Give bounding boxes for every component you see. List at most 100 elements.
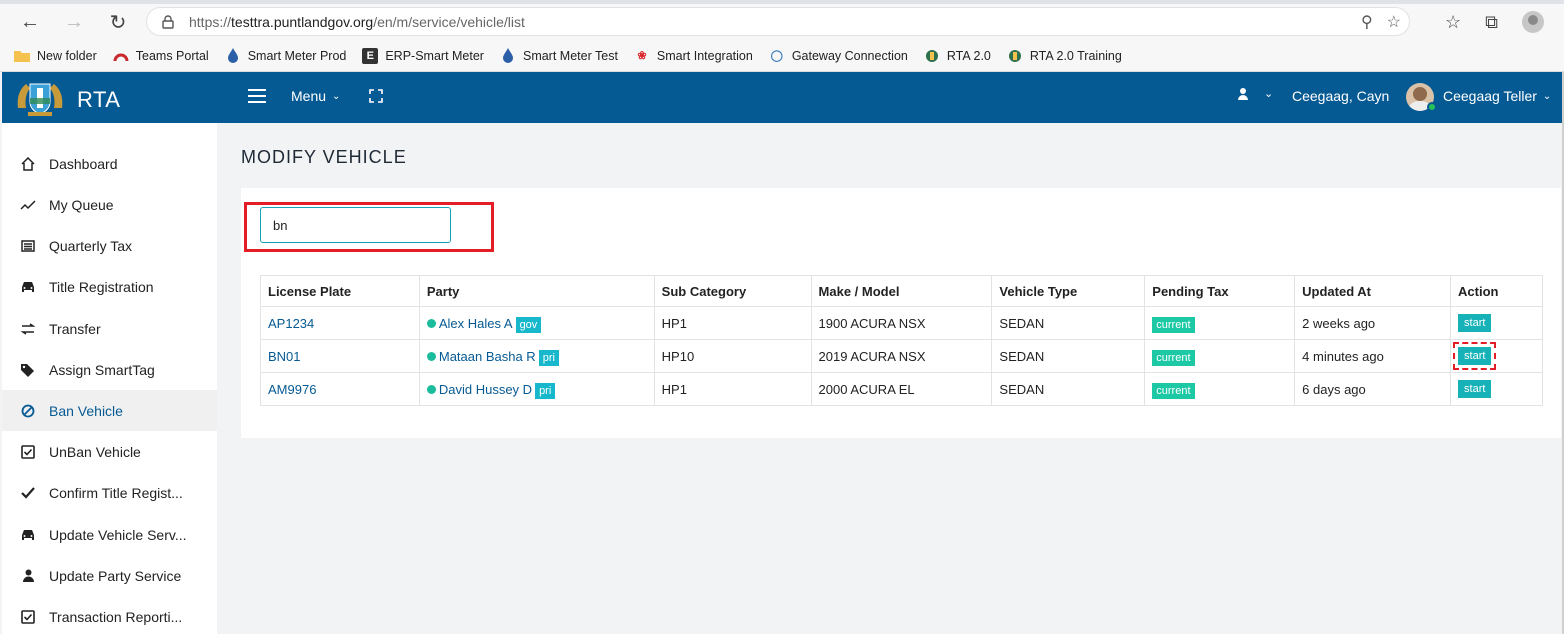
- hamburger-icon[interactable]: [248, 89, 266, 103]
- sidebar-item-transaction-reporting[interactable]: Transaction Reporti...: [2, 596, 217, 634]
- vehicle-list-card: License Plate Party Sub Category Make / …: [241, 188, 1561, 438]
- sidebar-item-my-queue[interactable]: My Queue: [2, 184, 217, 225]
- lock-icon[interactable]: [161, 14, 175, 30]
- bookmark-rta-2-0-training[interactable]: RTA 2.0 Training: [1007, 48, 1122, 64]
- drop-icon: [500, 48, 516, 64]
- column-header[interactable]: Pending Tax: [1144, 275, 1296, 307]
- make-model-cell: 2000 ACURA EL: [810, 372, 993, 406]
- checkbox-icon: [20, 444, 36, 460]
- favorites-icon[interactable]: ☆: [1445, 12, 1461, 33]
- start-button[interactable]: start: [1458, 380, 1492, 398]
- user-icon: [20, 568, 36, 584]
- chevron-down-icon: ⌄: [1542, 90, 1552, 102]
- sidebar-item-dashboard[interactable]: Dashboard: [2, 143, 217, 184]
- bookmark-smart-meter-test[interactable]: Smart Meter Test: [500, 48, 618, 64]
- trend-icon: [20, 197, 36, 213]
- forward-icon[interactable]: →: [58, 6, 90, 38]
- chevron-down-icon[interactable]: ⌄: [1264, 87, 1273, 100]
- start-button[interactable]: start: [1458, 314, 1492, 332]
- pending-tax-badge: current: [1152, 382, 1195, 399]
- bookmark-smart-integration[interactable]: ❀ Smart Integration: [634, 48, 753, 64]
- globe-icon: ◯: [770, 50, 783, 62]
- column-header[interactable]: Action: [1450, 275, 1543, 307]
- sidebar-item-update-party-service[interactable]: Update Party Service: [2, 555, 217, 596]
- teller-dropdown[interactable]: Ceegaag Teller ⌄: [1443, 88, 1551, 104]
- party-type-badge: pri: [538, 349, 559, 366]
- bookmark-new-folder[interactable]: New folder: [14, 48, 97, 64]
- start-button[interactable]: start: [1458, 347, 1492, 365]
- table-row: AP1234 Alex Hales Agov HP1 1900 ACURA NS…: [260, 306, 1543, 340]
- favorite-add-icon[interactable]: ☆: [1387, 12, 1401, 32]
- column-header[interactable]: Updated At: [1294, 275, 1452, 307]
- column-header[interactable]: Make / Model: [810, 275, 993, 307]
- e-icon: E: [362, 47, 379, 64]
- url-text: https://testtra.puntlandgov.org/en/m/ser…: [189, 13, 525, 30]
- license-plate-link[interactable]: BN01: [268, 349, 301, 364]
- status-dot: [426, 318, 436, 328]
- user-name[interactable]: Ceegaag, Cayn: [1292, 88, 1389, 104]
- column-header[interactable]: License Plate: [260, 275, 420, 307]
- huawei-icon: ❀: [637, 50, 647, 62]
- user-icon[interactable]: [1238, 88, 1248, 103]
- collections-icon[interactable]: ⧉: [1485, 12, 1498, 33]
- sidebar-item-ban-vehicle[interactable]: Ban Vehicle: [2, 390, 217, 431]
- sidebar-item-quarterly-tax[interactable]: Quarterly Tax: [2, 225, 217, 266]
- sidebar-item-confirm-title-registration[interactable]: Confirm Title Regist...: [2, 472, 217, 513]
- sidebar-item-assign-smarttag[interactable]: Assign SmartTag: [2, 349, 217, 390]
- status-dot: [426, 384, 436, 394]
- party-type-badge: pri: [535, 382, 556, 399]
- address-bar[interactable]: https://testtra.puntlandgov.org/en/m/ser…: [146, 7, 1410, 36]
- bookmark-rta-2-0[interactable]: RTA 2.0: [924, 48, 991, 64]
- vehicle-type-cell: SEDAN: [991, 372, 1146, 406]
- column-header[interactable]: Vehicle Type: [991, 275, 1146, 307]
- party-link[interactable]: Mataan Basha R: [426, 349, 536, 364]
- vehicle-table: License Plate Party Sub Category Make / …: [260, 275, 1543, 406]
- bookmark-gateway-connection[interactable]: ◯ Gateway Connection: [769, 48, 908, 64]
- emblem-icon: [924, 48, 940, 64]
- table-row: BN01 Mataan Basha Rpri HP10 2019 ACURA N…: [260, 339, 1543, 373]
- app-header: RTA Menu ⌄ ⌄ Ceegaag, Cayn Ceegaag Telle…: [2, 72, 1562, 123]
- search-input[interactable]: [260, 207, 451, 243]
- start-button-highlight: start: [1452, 342, 1497, 370]
- gauge-icon: [113, 48, 129, 64]
- sidebar-item-unban-vehicle[interactable]: UnBan Vehicle: [2, 431, 217, 472]
- back-icon[interactable]: ←: [14, 6, 46, 38]
- updated-at-cell: 4 minutes ago: [1294, 339, 1452, 373]
- chevron-down-icon: ⌄: [332, 90, 341, 102]
- browser-toolbar: ← → ↻ https://testtra.puntlandgov.org/en…: [0, 4, 1564, 40]
- drop-icon: [225, 48, 241, 64]
- sidebar-item-update-vehicle-service[interactable]: Update Vehicle Serv...: [2, 514, 217, 555]
- sidebar-item-transfer[interactable]: Transfer: [2, 308, 217, 349]
- bookmark-erp-smart-meter[interactable]: E ERP-Smart Meter: [362, 47, 484, 64]
- table-row: AM9976 David Hussey Dpri HP1 2000 ACURA …: [260, 372, 1543, 406]
- sidebar-item-title-registration[interactable]: Title Registration: [2, 266, 217, 307]
- list-icon: [20, 238, 36, 254]
- pending-tax-badge: current: [1152, 349, 1195, 366]
- rta-logo: [14, 78, 66, 118]
- make-model-cell: 1900 ACURA NSX: [810, 306, 993, 340]
- profile-icon[interactable]: [1522, 11, 1544, 33]
- party-link[interactable]: Alex Hales A: [426, 316, 513, 331]
- reload-icon[interactable]: ↻: [102, 6, 134, 38]
- zoom-icon[interactable]: ⚲: [1361, 12, 1373, 32]
- party-type-badge: gov: [515, 316, 542, 333]
- emblem-icon: [1007, 48, 1023, 64]
- column-header[interactable]: Sub Category: [653, 275, 812, 307]
- check-icon: [20, 485, 36, 501]
- bookmark-teams-portal[interactable]: Teams Portal: [113, 48, 209, 64]
- column-header[interactable]: Party: [418, 275, 655, 307]
- main-content: MODIFY VEHICLE License Plate Party Sub C…: [217, 123, 1562, 634]
- updated-at-cell: 6 days ago: [1294, 372, 1452, 406]
- tags-icon: [20, 362, 36, 378]
- license-plate-link[interactable]: AP1234: [268, 316, 314, 331]
- sub-category-cell: HP1: [653, 372, 812, 406]
- pending-tax-badge: current: [1152, 316, 1195, 333]
- license-plate-link[interactable]: AM9976: [268, 382, 316, 397]
- checkbox-icon: [20, 609, 36, 625]
- menu-dropdown[interactable]: Menu ⌄: [291, 88, 340, 104]
- bookmark-smart-meter-prod[interactable]: Smart Meter Prod: [225, 48, 346, 64]
- folder-icon: [14, 48, 30, 64]
- ban-icon: [20, 403, 36, 419]
- fullscreen-icon[interactable]: [369, 89, 383, 103]
- party-link[interactable]: David Hussey D: [426, 382, 532, 397]
